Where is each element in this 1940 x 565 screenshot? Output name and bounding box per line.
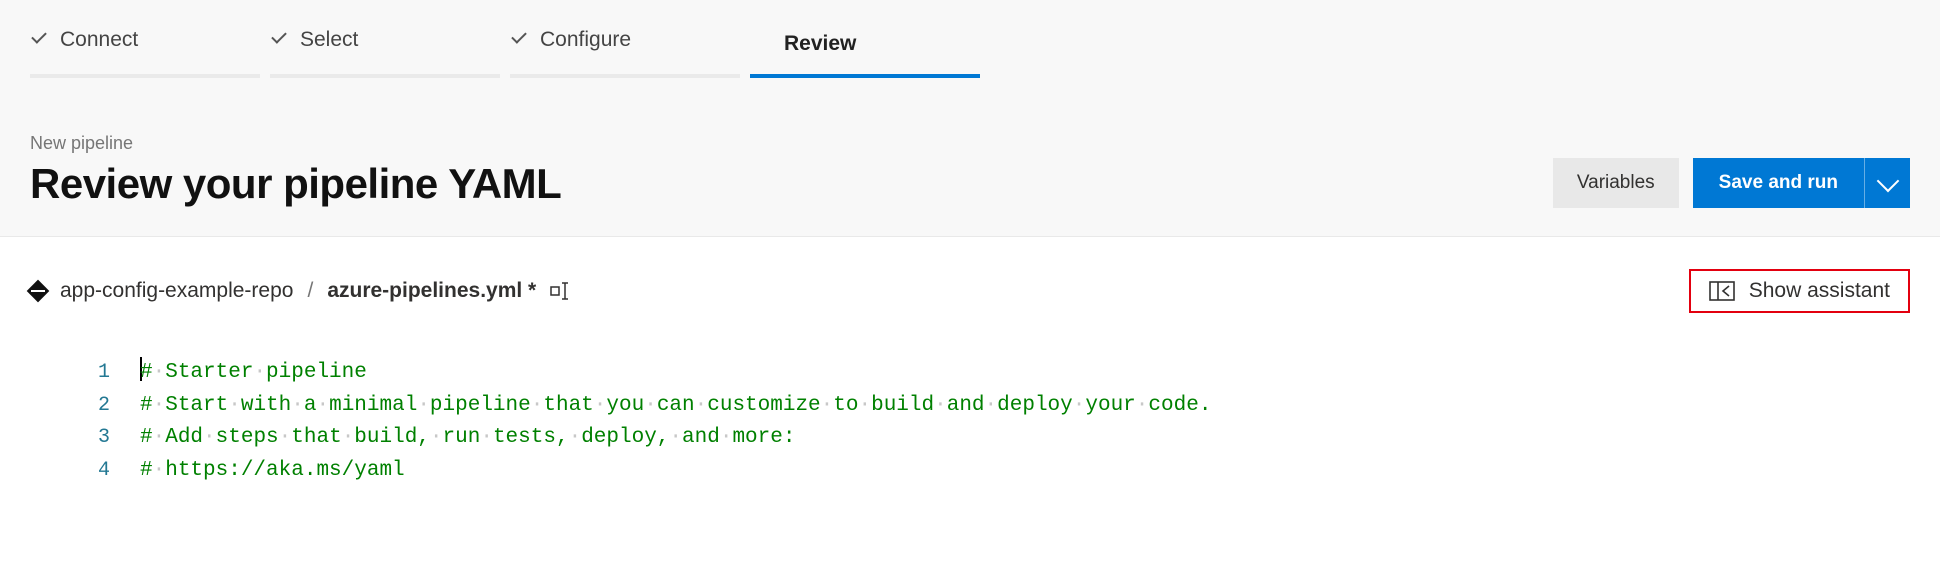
- save-run-button[interactable]: Save and run: [1693, 158, 1864, 208]
- wizard-stepper: Connect Select Configure Review: [30, 0, 1910, 78]
- check-icon: [270, 34, 288, 46]
- step-label: Review: [784, 32, 856, 56]
- check-icon: [510, 34, 528, 46]
- code-text: #·https://aka.ms/yaml: [140, 455, 405, 488]
- step-label: Connect: [60, 28, 138, 52]
- breadcrumb-file[interactable]: azure-pipelines.yml *: [327, 279, 536, 303]
- step-underline: [510, 74, 740, 78]
- repo-icon: [27, 280, 50, 303]
- show-assistant-button[interactable]: Show assistant: [1689, 269, 1910, 313]
- panel-collapse-icon: [1709, 281, 1735, 301]
- save-run-split-button: Save and run: [1693, 158, 1910, 208]
- line-number: 2: [30, 390, 140, 421]
- rename-icon[interactable]: [550, 281, 574, 301]
- variables-button[interactable]: Variables: [1553, 158, 1679, 208]
- save-run-dropdown-button[interactable]: [1864, 158, 1910, 208]
- check-icon: [30, 34, 48, 46]
- code-line[interactable]: 1#·Starter·pipeline: [30, 357, 1910, 390]
- step-select[interactable]: Select: [270, 18, 500, 78]
- breadcrumb-sep: /: [307, 279, 313, 303]
- code-text: #·Add·steps·that·build,·run·tests,·deplo…: [140, 422, 795, 455]
- step-review[interactable]: Review: [750, 18, 980, 78]
- page-title: Review your pipeline YAML: [30, 160, 561, 208]
- line-number: 1: [30, 357, 140, 388]
- pre-title: New pipeline: [30, 133, 561, 154]
- step-label: Select: [300, 28, 358, 52]
- chevron-down-icon: [1876, 169, 1899, 192]
- step-label: Configure: [540, 28, 631, 52]
- yaml-editor[interactable]: 1#·Starter·pipeline2#·Start·with·a·minim…: [30, 357, 1910, 487]
- step-underline: [30, 74, 260, 78]
- step-underline: [750, 74, 980, 78]
- line-number: 3: [30, 422, 140, 453]
- step-configure[interactable]: Configure: [510, 18, 740, 78]
- code-text: #·Starter·pipeline: [140, 357, 367, 390]
- line-number: 4: [30, 455, 140, 486]
- code-text: #·Start·with·a·minimal·pipeline·that·you…: [140, 390, 1211, 423]
- step-underline: [270, 74, 500, 78]
- code-line[interactable]: 4#·https://aka.ms/yaml: [30, 455, 1910, 488]
- breadcrumb: app-config-example-repo / azure-pipeline…: [30, 279, 574, 303]
- show-assistant-label: Show assistant: [1749, 279, 1890, 303]
- step-connect[interactable]: Connect: [30, 18, 260, 78]
- code-line[interactable]: 3#·Add·steps·that·build,·run·tests,·depl…: [30, 422, 1910, 455]
- breadcrumb-repo[interactable]: app-config-example-repo: [60, 279, 293, 303]
- code-line[interactable]: 2#·Start·with·a·minimal·pipeline·that·yo…: [30, 390, 1910, 423]
